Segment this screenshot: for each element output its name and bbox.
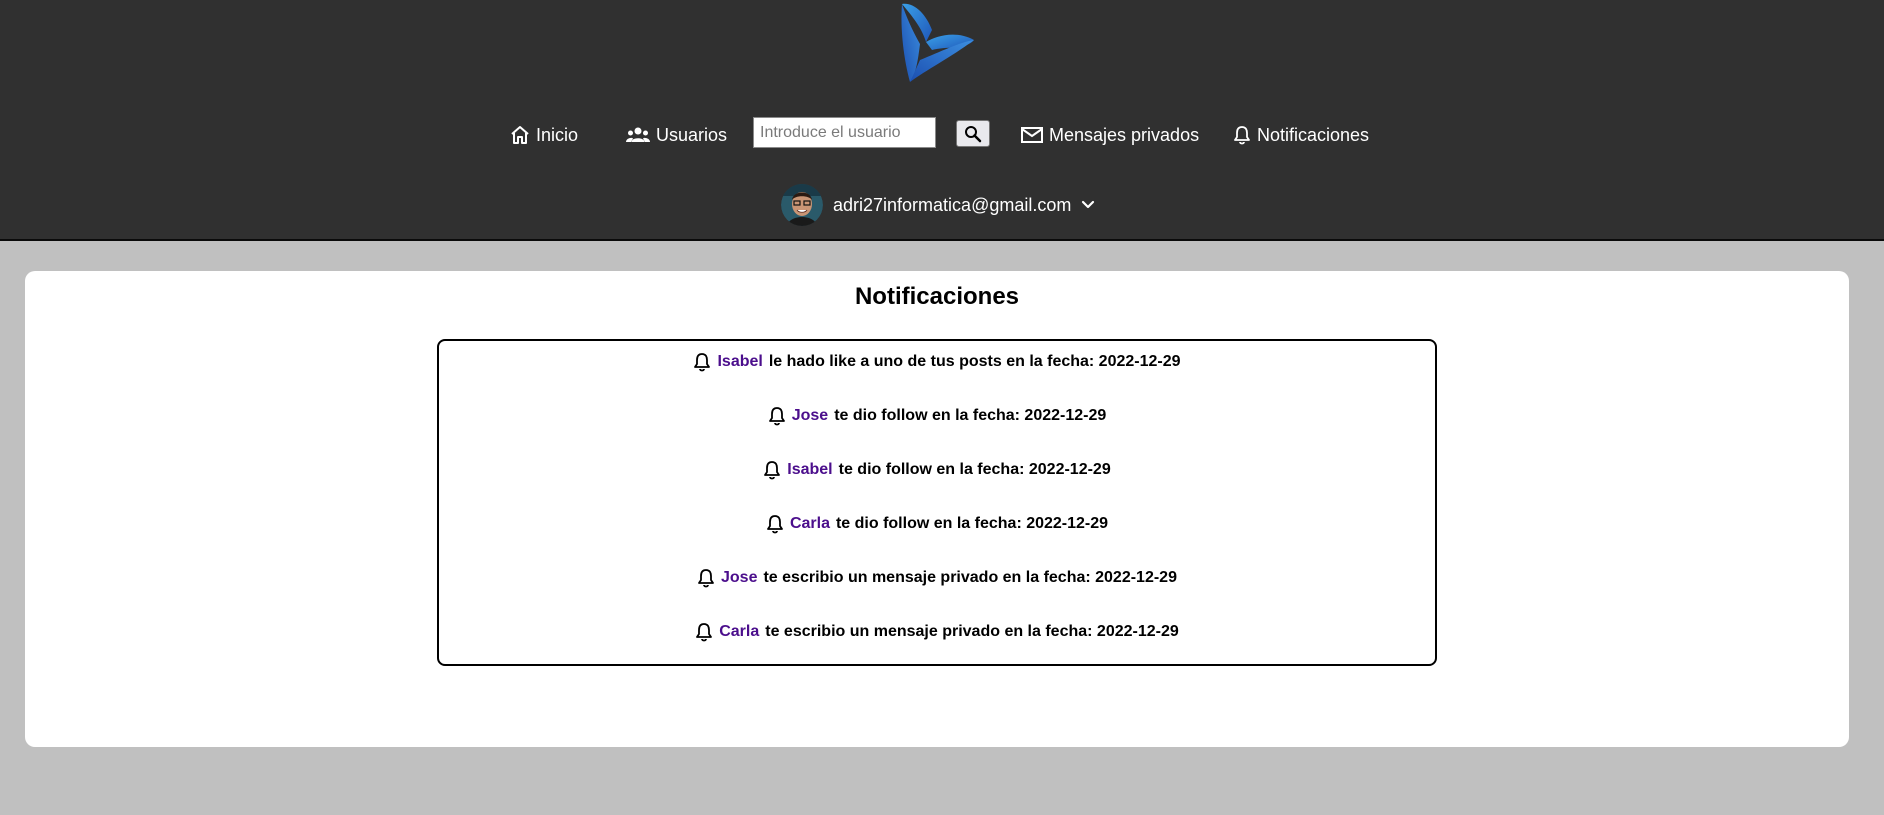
bell-icon [694,353,711,372]
users-icon [626,127,650,142]
notification-user-link[interactable]: Carla [719,623,759,641]
top-navbar: Inicio Usuarios Mensajes privados [0,0,1884,241]
nav-home[interactable]: Inicio [510,120,578,150]
notification-user-link[interactable]: Isabel [787,461,832,479]
notification-item: Isabel te dio follow en la fecha: 2022-1… [439,455,1435,485]
page-title: Notificaciones [854,283,1020,310]
search-input[interactable] [753,117,936,148]
home-icon [511,126,529,144]
search-button[interactable] [956,120,990,147]
chevron-down-icon [1082,200,1095,209]
notification-item: Carla te dio follow en la fecha: 2022-12… [439,509,1435,539]
notification-item: Jose te escribio un mensaje privado en l… [439,563,1435,593]
nav-users[interactable]: Usuarios [626,120,727,150]
notification-item: Jose te dio follow en la fecha: 2022-12-… [439,401,1435,431]
bell-icon [696,623,713,642]
notification-user-link[interactable]: Jose [721,569,757,587]
app-logo[interactable] [896,0,980,86]
notification-text: te escribio un mensaje privado en la fec… [763,569,1177,586]
search-icon [965,125,982,142]
notification-user-link[interactable]: Jose [792,407,828,425]
nav-notifications[interactable]: Notificaciones [1233,120,1369,150]
nav-home-label: Inicio [536,124,579,145]
notification-item: Carla te escribio un mensaje privado en … [439,617,1435,647]
notifications-card: Notificaciones Isabel le hado like a uno… [25,271,1849,747]
notification-text: le hado like a uno de tus posts en la fe… [768,353,1181,370]
notification-text: te dio follow en la fecha: 2022-12-29 [834,407,1107,424]
notification-user-link[interactable]: Carla [790,515,830,533]
notification-text: te dio follow en la fecha: 2022-12-29 [838,461,1111,478]
notification-text: te escribio un mensaje privado en la fec… [765,623,1179,640]
notification-text: te dio follow en la fecha: 2022-12-29 [835,515,1109,532]
nav-messages-label: Mensajes privados [1049,124,1200,145]
bell-icon [1234,126,1250,145]
nav-users-label: Usuarios [656,124,728,145]
user-menu[interactable]: adri27informatica@gmail.com [781,184,1095,226]
nav-messages[interactable]: Mensajes privados [1021,120,1199,150]
notification-item: Isabel le hado like a uno de tus posts e… [439,347,1435,377]
bell-icon [698,569,714,588]
bell-icon [768,407,785,426]
notifications-list: Isabel le hado like a uno de tus posts e… [437,339,1437,666]
bell-icon [767,515,783,534]
user-email: adri27informatica@gmail.com [833,194,1072,215]
notification-user-link[interactable]: Isabel [717,353,762,371]
mail-icon [1021,127,1043,143]
bell-icon [764,461,781,480]
avatar [781,184,823,226]
nav-notifications-label: Notificaciones [1257,124,1370,145]
